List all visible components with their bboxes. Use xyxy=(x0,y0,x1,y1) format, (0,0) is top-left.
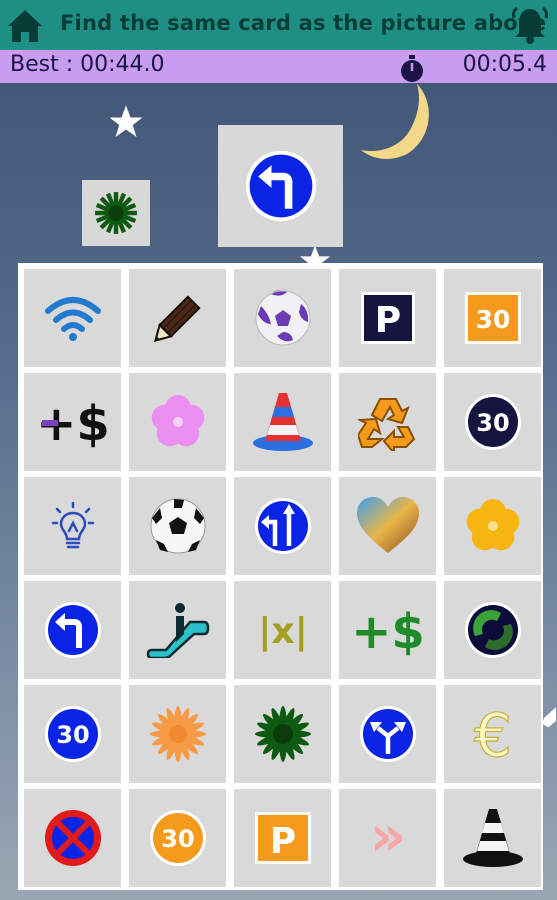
purple-ball-icon xyxy=(255,290,310,346)
blue-turn-left-sign-icon xyxy=(245,150,316,222)
card-23[interactable] xyxy=(234,685,331,783)
card-13[interactable] xyxy=(234,477,331,575)
card-27[interactable]: 30 xyxy=(129,789,226,887)
blue-turn-left-sign-icon xyxy=(44,602,101,658)
page-title: Find the same card as the picture above xyxy=(60,11,547,35)
card-28-text: P xyxy=(269,821,295,862)
gradient-heart-icon xyxy=(356,497,419,553)
recycle-icon xyxy=(357,398,415,451)
card-18[interactable]: |x| xyxy=(234,581,331,679)
card-9[interactable] xyxy=(339,373,436,471)
orange-30-circle-icon: 30 xyxy=(149,810,206,866)
card-4[interactable]: P xyxy=(339,269,436,367)
card-6[interactable]: +$ xyxy=(24,373,121,471)
pencil-icon xyxy=(153,295,201,343)
orange-burst-icon xyxy=(149,706,206,762)
card-19[interactable]: +$ xyxy=(339,581,436,679)
parking-sign-dark-icon: P xyxy=(360,292,415,344)
star-icon xyxy=(109,105,143,137)
traffic-cone-blue-icon xyxy=(252,393,313,451)
target-card-large xyxy=(218,125,343,247)
card-5[interactable]: 30 xyxy=(444,269,541,367)
traffic-cone-black-icon xyxy=(462,809,523,867)
card-26[interactable] xyxy=(24,789,121,887)
card-11[interactable] xyxy=(24,477,121,575)
current-timer: 00:05.4 xyxy=(462,52,547,77)
card-24[interactable] xyxy=(339,685,436,783)
card-grid: P 30 +$ 30 |x| +$ 30 € 30 P » xyxy=(18,263,543,890)
card-15[interactable] xyxy=(444,477,541,575)
green-flower-burst-icon xyxy=(95,192,137,234)
blue-split-arrow-sign-icon xyxy=(359,706,416,762)
bell-icon[interactable] xyxy=(509,4,551,46)
card-20[interactable] xyxy=(444,581,541,679)
euro-icon: € xyxy=(473,702,512,766)
moon-icon xyxy=(361,84,429,159)
card-8[interactable] xyxy=(234,373,331,471)
home-icon[interactable] xyxy=(4,4,46,46)
card-19-text: +$ xyxy=(353,604,423,660)
card-10-text: 30 xyxy=(476,409,509,437)
target-card-small xyxy=(82,180,150,246)
card-16[interactable] xyxy=(24,581,121,679)
card-1[interactable] xyxy=(24,269,121,367)
card-14[interactable] xyxy=(339,477,436,575)
card-22[interactable] xyxy=(129,685,226,783)
lightbulb-icon xyxy=(51,501,94,549)
card-2[interactable] xyxy=(129,269,226,367)
card-4-text: P xyxy=(374,300,400,341)
orange-30-square-icon: 30 xyxy=(464,292,521,344)
green-dot-icon xyxy=(464,602,521,658)
escalator-icon xyxy=(146,603,209,658)
dark-30-circle-icon: 30 xyxy=(464,394,521,450)
card-3[interactable] xyxy=(234,269,331,367)
soccer-ball-icon xyxy=(150,498,205,554)
no-stopping-sign-icon xyxy=(44,810,101,866)
card-29[interactable]: » xyxy=(339,789,436,887)
parking-sign-orange-icon: P xyxy=(254,812,311,864)
card-28[interactable]: P xyxy=(234,789,331,887)
stopwatch-icon xyxy=(401,55,423,82)
pink-chevrons-icon: » xyxy=(369,811,405,865)
card-21-text: 30 xyxy=(56,721,89,749)
plus-dollar-icon: +$ xyxy=(38,396,108,452)
top-bar: Find the same card as the picture above xyxy=(0,0,557,50)
card-5-text: 30 xyxy=(475,305,510,334)
card-17[interactable] xyxy=(129,581,226,679)
card-29-text: » xyxy=(369,811,405,865)
green-plus-dollar-icon: +$ xyxy=(353,604,423,660)
yellow-flower-icon xyxy=(466,499,519,551)
card-30[interactable] xyxy=(444,789,541,887)
card-21[interactable]: 30 xyxy=(24,685,121,783)
blue-arrow-sign-icon xyxy=(254,498,311,554)
card-25-text: € xyxy=(473,702,511,766)
best-time: Best : 00:44.0 xyxy=(10,52,165,77)
card-12[interactable] xyxy=(129,477,226,575)
blue-30-circle-icon: 30 xyxy=(44,706,101,762)
card-7[interactable] xyxy=(129,373,226,471)
pink-flower-icon xyxy=(151,395,204,447)
stats-bar: Best : 00:44.0 00:05.4 xyxy=(0,50,557,83)
card-18-text: |x| xyxy=(258,611,308,652)
olive-x-icon: |x| xyxy=(258,611,308,652)
green-flower-burst-icon xyxy=(254,706,311,762)
card-25[interactable]: € xyxy=(444,685,541,783)
wifi-icon xyxy=(44,297,101,341)
card-27-text: 30 xyxy=(161,825,194,853)
card-10[interactable]: 30 xyxy=(444,373,541,471)
